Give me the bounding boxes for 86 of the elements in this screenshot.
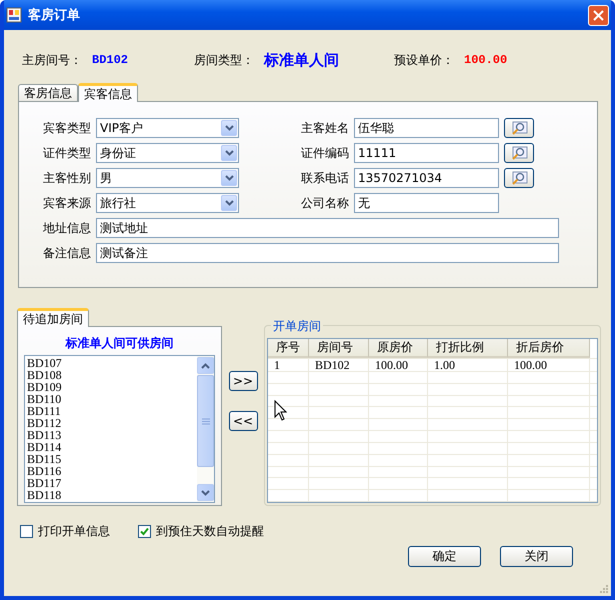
table-cell: 1.00 — [428, 359, 508, 371]
list-item[interactable]: BD116 — [27, 465, 197, 477]
search-button[interactable] — [504, 143, 534, 163]
scroll-down-button[interactable] — [197, 484, 214, 501]
field-label: 主房间号： — [22, 52, 82, 68]
move-button[interactable]: << — [228, 411, 258, 431]
dropdown[interactable]: VIP客户 — [96, 118, 239, 138]
field-label: 证件编码 — [301, 144, 349, 162]
search-icon — [510, 121, 528, 135]
scroll-up-button[interactable] — [197, 357, 214, 374]
dropdown[interactable]: 旅行社 — [96, 193, 239, 213]
resize-grip-icon — [598, 583, 609, 594]
field-label: 地址信息 — [43, 220, 91, 236]
list-title: 标准单人间可供房间 — [66, 335, 174, 352]
input-field[interactable]: 11111 — [354, 143, 499, 163]
field-value: 100.00 — [464, 53, 508, 67]
search-icon — [510, 171, 528, 185]
list-item[interactable]: BD115 — [27, 453, 197, 465]
column-header[interactable]: 折后房价 — [508, 339, 590, 358]
dialog-button[interactable]: 关闭 — [500, 546, 573, 567]
checkbox[interactable]: 打印开单信息 — [20, 523, 110, 540]
table-cell: 100.00 — [508, 359, 590, 371]
list-item[interactable]: BD113 — [27, 429, 197, 441]
list-item[interactable]: BD110 — [27, 393, 197, 405]
tab[interactable]: 待追加房间 — [17, 308, 89, 327]
room-list[interactable]: BD107 BD108 BD109 BD110 BD111 BD112 BD113 BD114 BD115 BD116 BD117 BD118 — [24, 355, 215, 503]
close-button[interactable] — [588, 4, 609, 26]
scrollbar-thumb[interactable] — [197, 375, 214, 467]
close-icon — [593, 10, 604, 20]
app-icon — [6, 7, 22, 23]
field-label: 房间类型： — [194, 52, 254, 68]
list-item[interactable]: BD109 — [27, 381, 197, 393]
input-field[interactable]: 伍华聪 — [354, 118, 499, 138]
chevron-up-icon — [201, 362, 210, 368]
chevron-down-icon — [224, 200, 234, 206]
mouse-cursor-icon — [274, 400, 287, 421]
group-title: 开单房间 — [271, 318, 323, 335]
dialog-button[interactable]: 确定 — [408, 546, 481, 567]
field-label: 主客性别 — [43, 170, 91, 186]
input-field[interactable]: 测试备注 — [96, 243, 559, 263]
dropdown-button[interactable] — [221, 195, 237, 211]
field-label: 备注信息 — [43, 244, 91, 262]
list-item[interactable]: BD108 — [27, 369, 197, 381]
dropdown-button[interactable] — [221, 120, 237, 136]
move-button[interactable]: >> — [228, 371, 258, 391]
list-item[interactable]: BD112 — [27, 417, 197, 429]
field-label: 宾客类型 — [43, 120, 91, 136]
dropdown-button[interactable] — [221, 145, 237, 161]
search-icon — [510, 146, 528, 160]
list-item[interactable]: BD107 — [27, 357, 197, 369]
tab[interactable]: 客房信息 — [18, 84, 78, 101]
dropdown-button[interactable] — [221, 170, 237, 186]
column-header[interactable]: 房间号 — [309, 339, 369, 358]
field-label: 预设单价： — [394, 52, 454, 68]
list-item[interactable]: BD117 — [27, 477, 197, 489]
dropdown[interactable]: 身份证 — [96, 143, 239, 163]
field-label: 主客姓名 — [301, 120, 349, 136]
list-item[interactable]: BD111 — [27, 405, 197, 417]
check-icon — [140, 527, 149, 536]
input-field[interactable]: 测试地址 — [96, 218, 559, 238]
window-title: 客房订单 — [28, 6, 81, 24]
search-button[interactable] — [504, 118, 534, 138]
column-header[interactable]: 序号 — [268, 339, 309, 358]
table-cell: 1 — [268, 359, 309, 371]
table-cell: BD102 — [309, 359, 369, 371]
field-label: 证件类型 — [43, 144, 91, 162]
chevron-down-icon — [224, 150, 234, 156]
input-field[interactable]: 13570271034 — [354, 168, 499, 188]
tab[interactable]: 宾客信息 — [78, 83, 138, 102]
table-cell: 100.00 — [369, 359, 428, 371]
field-value: BD102 — [92, 53, 128, 67]
field-label: 公司名称 — [301, 194, 349, 212]
list-item[interactable]: BD118 — [27, 489, 197, 501]
checkbox[interactable]: 到预住天数自动提醒 — [138, 523, 264, 540]
input-field[interactable]: 无 — [354, 193, 499, 213]
list-item[interactable]: BD114 — [27, 441, 197, 453]
search-button[interactable] — [504, 168, 534, 188]
dropdown[interactable]: 男 — [96, 168, 239, 188]
column-header[interactable]: 打折比例 — [428, 339, 508, 358]
chevron-down-icon — [224, 175, 234, 181]
chevron-down-icon — [224, 125, 234, 131]
chevron-down-icon — [201, 490, 210, 496]
field-label: 宾客来源 — [43, 194, 91, 212]
column-header[interactable]: 原房价 — [369, 339, 428, 358]
field-label: 联系电话 — [301, 170, 349, 186]
field-value: 标准单人间 — [264, 50, 339, 70]
